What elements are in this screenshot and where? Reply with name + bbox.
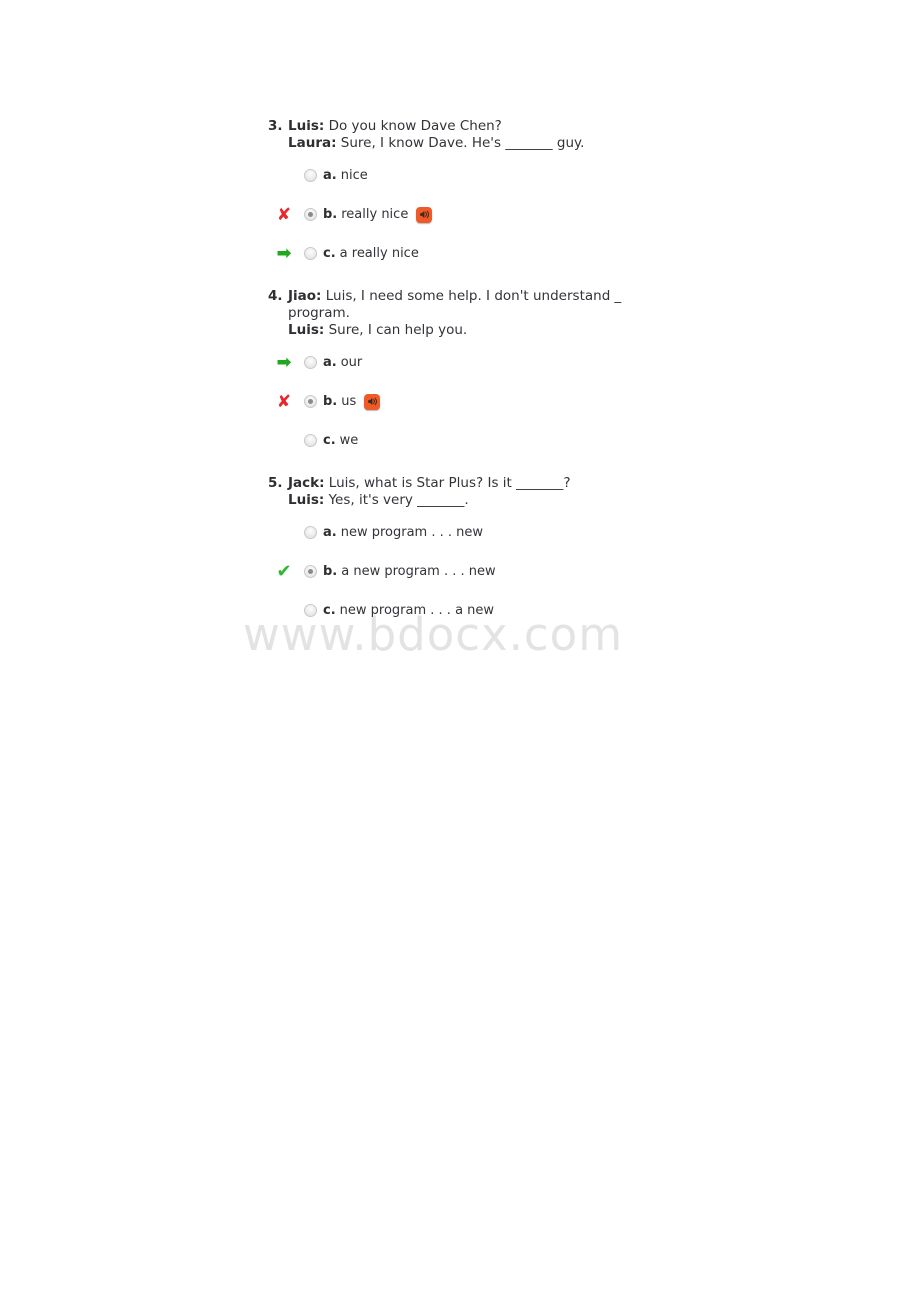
radio-button-icon[interactable]	[304, 169, 317, 182]
cross-mark-icon: ✘	[276, 204, 292, 225]
radio-button-icon[interactable]	[304, 604, 317, 617]
dialogue-text: Yes, it's very _______.	[324, 492, 469, 508]
quiz-question: 5. Jack: Luis, what is Star Plus? Is it _…	[268, 475, 688, 623]
dialogue-line: Jack: Luis, what is Star Plus? Is it ___…	[288, 475, 688, 492]
option-letter: a.	[323, 525, 337, 540]
radio-button-icon[interactable]	[304, 565, 317, 578]
option-letter: b.	[323, 394, 338, 409]
question-number: 5.	[268, 475, 283, 491]
no-mark-icon	[274, 166, 294, 186]
dialogue-text: Luis, I need some help. I don't understa…	[321, 288, 622, 304]
radio-button-icon[interactable]	[304, 526, 317, 539]
dialogue-speaker: Laura:	[288, 135, 337, 151]
dialogue-line: Luis: Yes, it's very _______.	[288, 492, 688, 509]
no-mark-icon	[274, 601, 294, 621]
dialogue-text: Luis, what is Star Plus? Is it _______?	[324, 475, 571, 491]
option-letter: a.	[323, 168, 337, 183]
dialogue-speaker: Luis:	[288, 118, 325, 134]
radio-button-icon[interactable]	[304, 395, 317, 408]
option-label: nice	[340, 168, 368, 183]
document-page: www.bdocx.com 3. Luis: Do you know Dave C…	[0, 0, 920, 1302]
option-label: new program . . . new	[340, 525, 484, 540]
answer-option-row[interactable]: ➡ a. our	[268, 350, 688, 375]
radio-button-icon[interactable]	[304, 434, 317, 447]
option-label: we	[339, 433, 359, 448]
dialogue-speaker: Jiao:	[288, 288, 322, 304]
dialogue-speaker: Luis:	[288, 322, 325, 338]
dialogue-speaker: Jack:	[288, 475, 325, 491]
dialogue-line: Luis: Sure, I can help you.	[288, 322, 688, 339]
option-label: really nice	[341, 207, 409, 222]
radio-button-icon[interactable]	[304, 247, 317, 260]
option-letter: c.	[323, 246, 336, 261]
check-mark-icon: ✔	[276, 560, 292, 582]
dialogue-line: program.	[288, 305, 688, 322]
question-stem: 4. Jiao: Luis, I need some help. I don't …	[268, 288, 688, 339]
option-letter: c.	[323, 433, 336, 448]
answer-option-row[interactable]: c. we	[268, 428, 688, 453]
question-number: 3.	[268, 118, 283, 134]
option-letter: c.	[323, 603, 336, 618]
option-label: our	[340, 355, 363, 370]
answer-option-list: a. new program . . . new ✔ b. a new program …	[268, 520, 688, 623]
speaker-audio-icon[interactable]	[364, 393, 381, 410]
option-letter: b.	[323, 207, 338, 222]
quiz-question: 4. Jiao: Luis, I need some help. I don't …	[268, 288, 688, 453]
speaker-audio-icon[interactable]	[416, 206, 433, 223]
option-letter: b.	[323, 564, 338, 579]
quiz-question: 3. Luis: Do you know Dave Chen? Laura: Sur…	[268, 118, 688, 266]
dialogue-line: Laura: Sure, I know Dave. He's _______ g…	[288, 135, 688, 152]
question-number: 4.	[268, 288, 283, 304]
dialogue-text: Do you know Dave Chen?	[324, 118, 502, 134]
right-arrow-icon: ➡	[276, 351, 292, 373]
option-letter: a.	[323, 355, 337, 370]
quiz-question-list: 3. Luis: Do you know Dave Chen? Laura: Sur…	[268, 118, 688, 645]
answer-option-row[interactable]: a. new program . . . new	[268, 520, 688, 545]
option-label: a new program . . . new	[341, 564, 496, 579]
dialogue-speaker: Luis:	[288, 492, 325, 508]
answer-option-row[interactable]: ✘ b. us	[268, 389, 688, 414]
dialogue-text: program.	[288, 305, 350, 321]
cross-mark-icon: ✘	[276, 391, 292, 412]
right-arrow-icon: ➡	[276, 242, 292, 264]
dialogue-text: Sure, I can help you.	[324, 322, 468, 338]
option-label: a really nice	[339, 246, 419, 261]
no-mark-icon	[274, 431, 294, 451]
question-stem: 3. Luis: Do you know Dave Chen? Laura: Sur…	[268, 118, 688, 152]
answer-option-row[interactable]: ✔ b. a new program . . . new	[268, 559, 688, 584]
dialogue-line: Luis: Do you know Dave Chen?	[288, 118, 688, 135]
option-label: new program . . . a new	[339, 603, 495, 618]
answer-option-row[interactable]: ✘ b. really nice	[268, 202, 688, 227]
answer-option-row[interactable]: ➡ c. a really nice	[268, 241, 688, 266]
option-label: us	[341, 394, 357, 409]
question-stem: 5. Jack: Luis, what is Star Plus? Is it _…	[268, 475, 688, 509]
no-mark-icon	[274, 523, 294, 543]
answer-option-row[interactable]: c. new program . . . a new	[268, 598, 688, 623]
dialogue-line: Jiao: Luis, I need some help. I don't un…	[288, 288, 688, 305]
radio-button-icon[interactable]	[304, 356, 317, 369]
answer-option-row[interactable]: a. nice	[268, 163, 688, 188]
answer-option-list: ➡ a. our ✘ b. us c. we	[268, 350, 688, 453]
dialogue-text: Sure, I know Dave. He's _______ guy.	[336, 135, 585, 151]
answer-option-list: a. nice ✘ b. really nice ➡ c. a really nice	[268, 163, 688, 266]
radio-button-icon[interactable]	[304, 208, 317, 221]
